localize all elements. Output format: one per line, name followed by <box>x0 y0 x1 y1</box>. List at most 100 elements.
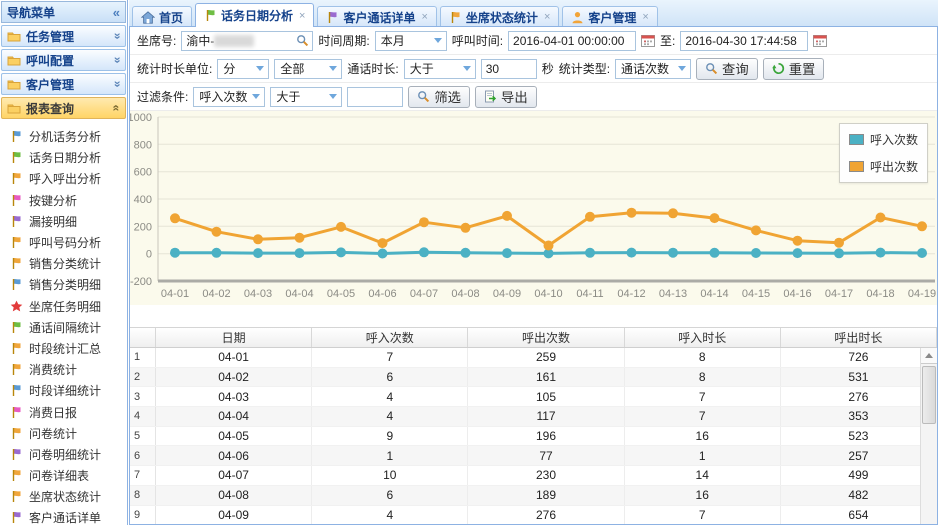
flag-icon <box>10 469 23 482</box>
flag-icon <box>10 321 23 334</box>
column-header-date[interactable]: 日期 <box>156 328 312 347</box>
export-button[interactable]: 导出 <box>475 86 537 108</box>
close-icon[interactable]: × <box>421 11 427 23</box>
table-row[interactable]: 904-0942767654 <box>130 506 937 525</box>
svg-text:04-06: 04-06 <box>368 288 396 300</box>
table-cell: 276 <box>781 387 937 406</box>
flag-icon <box>10 257 23 270</box>
svg-text:04-17: 04-17 <box>825 288 853 300</box>
tab-customer-mgmt[interactable]: 客户管理× <box>562 6 657 27</box>
sidebar-section-reports[interactable]: 报表查询 « <box>1 97 126 119</box>
sidebar-item[interactable]: 呼入呼出分析 <box>10 168 126 189</box>
scroll-up-button[interactable] <box>921 348 937 364</box>
sidebar-item[interactable]: 话务日期分析 <box>10 147 126 168</box>
calltime-to-input[interactable] <box>685 34 804 48</box>
sidebar-item[interactable]: 销售分类明细 <box>10 274 126 295</box>
reset-button[interactable]: 重置 <box>763 58 825 80</box>
folder-icon <box>7 102 21 114</box>
sidebar-item-label: 问卷详细表 <box>29 467 89 484</box>
sidebar-item[interactable]: 漏接明细 <box>10 211 126 232</box>
duration-op-select[interactable]: 大于 <box>404 59 476 79</box>
flag-icon <box>10 172 23 185</box>
tab-call-date-analysis[interactable]: 话务日期分析× <box>195 3 314 27</box>
tab-home[interactable]: 首页 <box>132 6 192 27</box>
sidebar-item-label: 问卷明细统计 <box>29 446 101 463</box>
sidebar-item[interactable]: 问卷统计 <box>10 423 126 444</box>
period-select[interactable]: 本月 <box>375 31 447 51</box>
sidebar-item[interactable]: 坐席状态统计 <box>10 486 126 507</box>
table-row[interactable]: 104-0172598726 <box>130 348 937 368</box>
column-header-incoming-duration[interactable]: 呼入时长 <box>625 328 781 347</box>
filter-button[interactable]: 筛选 <box>408 86 470 108</box>
sidebar-item[interactable]: 按键分析 <box>10 190 126 211</box>
column-header-outgoing-duration[interactable]: 呼出时长 <box>781 328 937 347</box>
duration-value-field[interactable] <box>481 59 537 79</box>
calltime-to-field[interactable] <box>680 31 808 51</box>
close-icon[interactable]: × <box>544 11 550 23</box>
legend-item[interactable]: 呼入次数 <box>849 131 918 148</box>
unit-select[interactable]: 分 <box>217 59 269 79</box>
row-number: 7 <box>130 466 156 485</box>
scrollbar-thumb[interactable] <box>922 366 936 424</box>
table-row[interactable]: 204-0261618531 <box>130 368 937 388</box>
star-icon <box>10 300 23 313</box>
sidebar-item[interactable]: 坐席任务明细 <box>10 296 126 317</box>
sidebar-item[interactable]: 消费日报 <box>10 401 126 422</box>
table-row[interactable]: 304-0341057276 <box>130 387 937 407</box>
agent-field[interactable]: 渝中- <box>181 31 313 51</box>
table-row[interactable]: 504-05919616523 <box>130 427 937 447</box>
export-button-label: 导出 <box>501 87 528 106</box>
sidebar-item[interactable]: 时段统计汇总 <box>10 338 126 359</box>
column-header-incoming-calls[interactable]: 呼入次数 <box>312 328 468 347</box>
sidebar-item[interactable]: 问卷详细表 <box>10 465 126 486</box>
sidebar-item[interactable]: 问卷明细统计 <box>10 444 126 465</box>
query-button[interactable]: 查询 <box>696 58 758 80</box>
table-cell: 257 <box>781 446 937 465</box>
tab-customer-call-detail[interactable]: 客户通话详单× <box>317 6 436 27</box>
duration-value-input[interactable] <box>486 62 533 76</box>
sidebar-section-call-config[interactable]: 呼叫配置 « <box>1 49 126 71</box>
calendar-icon[interactable] <box>641 34 655 47</box>
close-icon[interactable]: × <box>642 11 648 23</box>
filter-value-input[interactable] <box>352 90 399 104</box>
sidebar-item-label: 客户通话详单 <box>29 509 101 525</box>
tab-agent-status-stats[interactable]: 坐席状态统计 × <box>440 6 559 27</box>
sidebar-item[interactable]: 分机话务分析 <box>10 126 126 147</box>
calltime-from-field[interactable] <box>508 31 636 51</box>
table-row[interactable]: 404-0441177353 <box>130 407 937 427</box>
sidebar-section-customer-mgmt[interactable]: 客户管理 « <box>1 73 126 95</box>
sidebar-section-task-mgmt[interactable]: 任务管理 « <box>1 25 126 47</box>
vertical-scrollbar[interactable] <box>920 348 937 525</box>
search-icon[interactable] <box>296 34 309 47</box>
scope-select[interactable]: 全部 <box>274 59 342 79</box>
legend-item[interactable]: 呼出次数 <box>849 158 918 175</box>
row-number: 6 <box>130 446 156 465</box>
table-cell: 04-02 <box>156 368 312 387</box>
calltime-from-input[interactable] <box>513 34 632 48</box>
filter-value-field[interactable] <box>347 87 403 107</box>
stat-type-select[interactable]: 通话次数 <box>615 59 691 79</box>
table-cell: 1 <box>312 446 468 465</box>
table-cell: 276 <box>468 506 624 525</box>
filter-field-select[interactable]: 呼入次数 <box>193 87 265 107</box>
chevron-down-icon <box>430 32 446 50</box>
table-cell: 482 <box>781 486 937 505</box>
calendar-icon[interactable] <box>813 34 827 47</box>
sidebar-item[interactable]: 客户通话详单 <box>10 507 126 525</box>
refresh-icon <box>772 62 785 75</box>
close-icon[interactable]: × <box>299 10 305 22</box>
table-row[interactable]: 804-08618916482 <box>130 486 937 506</box>
scope-value: 全部 <box>280 60 304 77</box>
filter-op-select[interactable]: 大于 <box>270 87 342 107</box>
sidebar-item[interactable]: 时段详细统计 <box>10 380 126 401</box>
sidebar-item[interactable]: 销售分类统计 <box>10 253 126 274</box>
collapse-sidebar-icon[interactable]: « <box>113 5 120 20</box>
sidebar-item-label: 呼入呼出分析 <box>29 170 101 187</box>
sidebar-item[interactable]: 消费统计 <box>10 359 126 380</box>
tab-label: 坐席状态统计 <box>466 9 538 26</box>
column-header-outgoing-calls[interactable]: 呼出次数 <box>468 328 624 347</box>
sidebar-item[interactable]: 呼叫号码分析 <box>10 232 126 253</box>
table-row[interactable]: 604-061771257 <box>130 446 937 466</box>
sidebar-item[interactable]: 通话间隔统计 <box>10 317 126 338</box>
table-row[interactable]: 704-071023014499 <box>130 466 937 486</box>
